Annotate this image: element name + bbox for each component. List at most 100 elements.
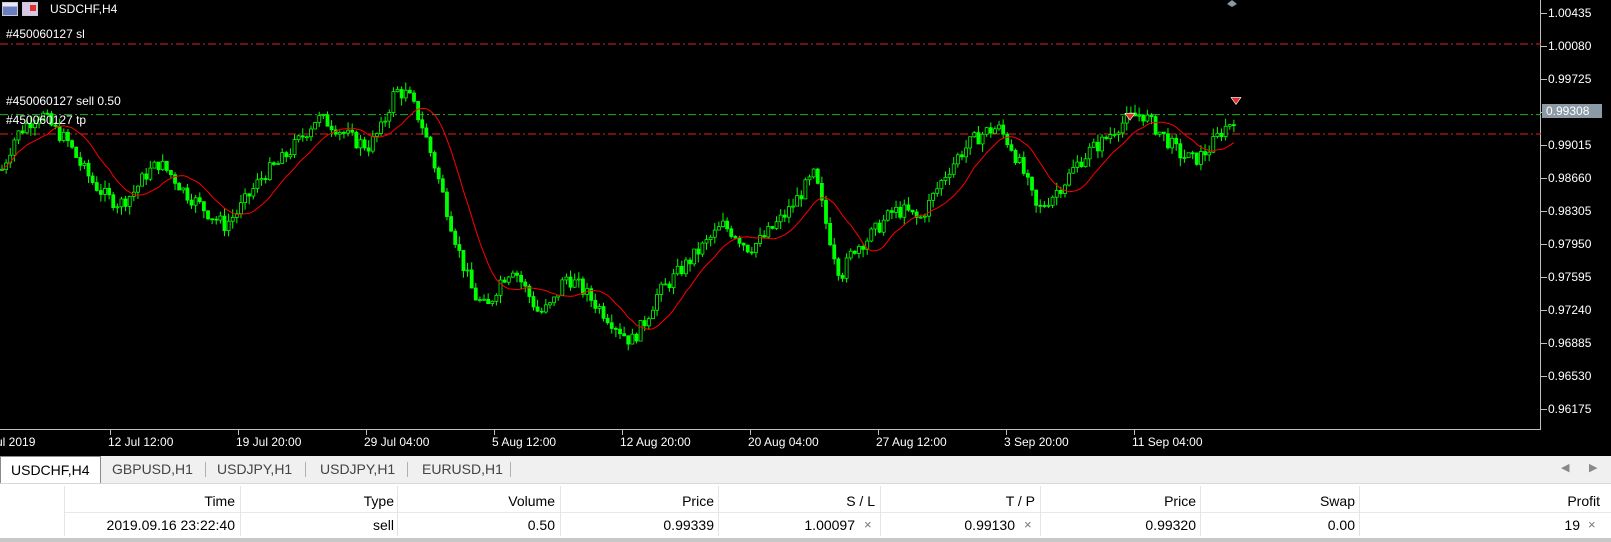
tab-gbpusd-h1[interactable]: GBPUSD,H1: [102, 456, 203, 483]
candle-body: [1071, 167, 1076, 174]
header-time[interactable]: Time: [204, 493, 235, 509]
column-divider: [64, 486, 65, 536]
candle-body: [1104, 136, 1109, 139]
order-line-label[interactable]: #450060127 sell 0.50: [6, 94, 121, 108]
candle-body: [852, 250, 857, 254]
candle-body: [688, 259, 692, 265]
cell-tp[interactable]: 0.99130: [964, 517, 1015, 533]
price-axis-tick: [1541, 342, 1547, 344]
price-chart-plot[interactable]: [0, 0, 1541, 430]
candle-body: [766, 226, 771, 238]
candle-body: [704, 239, 709, 244]
column-divider: [718, 486, 719, 536]
candle-body: [836, 258, 841, 276]
candle-body: [1157, 131, 1162, 135]
candle-body: [325, 114, 330, 127]
candle-body: [16, 130, 21, 141]
candle-body: [815, 168, 820, 184]
candle-body: [807, 176, 812, 181]
candle-body: [74, 146, 79, 158]
candle-body: [543, 304, 548, 313]
column-divider: [1200, 486, 1201, 536]
candle-body: [1083, 158, 1088, 168]
candle-body: [539, 310, 544, 313]
candle-body: [725, 220, 730, 230]
tab-usdjpy-h1-2[interactable]: USDJPY,H1: [310, 456, 405, 483]
tp-line-label[interactable]: #450060127 tp: [6, 113, 86, 127]
candle-body: [980, 133, 985, 145]
price-axis-label: 0.98660: [1548, 170, 1592, 185]
cell-price: 0.99339: [663, 517, 714, 533]
cell-profit: 19: [1564, 517, 1580, 533]
scroll-marker-icon: [1227, 0, 1237, 7]
candle-body: [440, 178, 445, 193]
candle-body: [568, 276, 573, 288]
candle-body: [1170, 137, 1174, 149]
candle-body: [1231, 124, 1236, 127]
candle-body: [774, 221, 779, 229]
candle-body: [988, 127, 993, 134]
candle-body: [177, 182, 182, 191]
candle-body: [416, 100, 421, 121]
candle-body: [515, 272, 519, 276]
candle-body: [976, 132, 981, 145]
close-order-icon[interactable]: ×: [1588, 517, 1596, 532]
candle-body: [506, 276, 511, 283]
candle-body: [1063, 184, 1067, 194]
candle-body: [964, 147, 968, 158]
tabs-scroll-right-icon[interactable]: ▶: [1589, 461, 1597, 474]
candle-body: [222, 215, 227, 232]
header-current-price[interactable]: Price: [1164, 493, 1196, 509]
column-divider: [240, 486, 241, 536]
price-axis-tick: [1541, 177, 1547, 179]
symbol-flag-icon: [22, 2, 38, 16]
candle-body: [197, 197, 202, 203]
candle-body: [473, 287, 478, 301]
candle-body: [605, 317, 610, 324]
candle-body: [309, 128, 313, 138]
header-volume[interactable]: Volume: [508, 493, 555, 509]
tabs-scroll-left-icon[interactable]: ◀: [1561, 461, 1569, 474]
candle-body: [803, 179, 808, 200]
header-swap[interactable]: Swap: [1320, 493, 1355, 509]
candle-body: [358, 139, 363, 149]
candle-body: [881, 219, 886, 233]
tab-separator: [305, 462, 306, 477]
candle-body: [300, 135, 305, 138]
candle-body: [638, 320, 643, 342]
candle-body: [787, 206, 791, 218]
candle-body: [478, 299, 482, 302]
candle-body: [1087, 146, 1092, 160]
time-axis-tick: [238, 430, 239, 435]
header-profit[interactable]: Profit: [1567, 493, 1600, 509]
candle-body: [1038, 204, 1043, 207]
tab-usdjpy-h1[interactable]: USDJPY,H1: [207, 456, 302, 483]
time-axis-label: 19 Jul 20:00: [236, 435, 302, 449]
candle-body: [1054, 189, 1059, 198]
candle-body: [424, 127, 429, 138]
price-axis-tick: [1541, 376, 1547, 378]
remove-tp-icon[interactable]: ×: [1024, 517, 1032, 532]
header-tp[interactable]: T / P: [1006, 493, 1035, 509]
candle-body: [90, 175, 95, 183]
candle-body: [461, 250, 466, 272]
candle-body: [943, 176, 948, 181]
header-sl[interactable]: S / L: [846, 493, 875, 509]
candle-body: [457, 244, 462, 251]
candle-body: [210, 218, 215, 221]
remove-sl-icon[interactable]: ×: [864, 517, 872, 532]
candle-body: [251, 188, 256, 197]
sl-line-label[interactable]: #450060127 sl: [6, 27, 85, 41]
candle-body: [572, 279, 577, 288]
candlestick-chart[interactable]: [0, 0, 1541, 430]
tab-eurusd-h1[interactable]: EURUSD,H1: [412, 456, 513, 483]
header-type[interactable]: Type: [364, 493, 394, 509]
header-price[interactable]: Price: [682, 493, 714, 509]
cell-current-price: 0.99320: [1145, 517, 1196, 533]
tab-usdchf-h4[interactable]: USDCHF,H4: [0, 456, 101, 483]
cell-sl[interactable]: 1.00097: [804, 517, 855, 533]
time-axis-label: 20 Aug 04:00: [748, 435, 819, 449]
candle-body: [304, 136, 309, 139]
chart-window[interactable]: USDCHF,H4 #450060127 sl #450060127 sell …: [0, 0, 1611, 456]
candle-body: [12, 139, 17, 156]
